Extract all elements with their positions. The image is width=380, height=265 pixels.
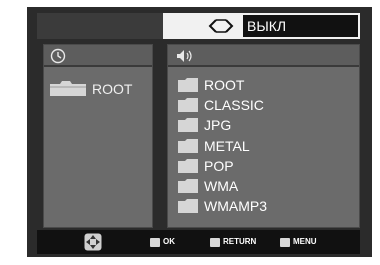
repeat-icon	[208, 19, 234, 33]
folder-label: CLASSIC	[204, 97, 264, 114]
ok-label: OK	[163, 237, 175, 246]
folder-list: ROOT CLASSIC JPG METAL POP WMA WMAMP3	[178, 75, 353, 216]
folder-item[interactable]: POP	[178, 156, 353, 176]
return-key-icon	[210, 237, 220, 247]
folder-icon	[50, 81, 86, 96]
folder-icon	[178, 98, 198, 113]
navigation-arrows-icon	[84, 233, 102, 251]
top-bar: ВЫКЛ	[37, 13, 360, 39]
folder-label: ROOT	[204, 77, 245, 93]
control-hints-bar: OK RETURN MENU	[37, 230, 360, 254]
tree-root-node[interactable]: ROOT	[50, 79, 150, 99]
folder-item[interactable]: WMAMP3	[178, 196, 353, 216]
tree-root-label: ROOT	[92, 81, 133, 97]
ok-key-icon	[150, 237, 160, 247]
folder-label: METAL	[204, 137, 250, 154]
speaker-icon	[177, 50, 192, 62]
folder-label: WMA	[204, 177, 239, 194]
return-label: RETURN	[223, 237, 257, 246]
folder-item[interactable]: METAL	[178, 136, 353, 156]
dvd-menu-screen: ВЫКЛ ROOT ROOT CLASSIC JPG METAL POP WMA…	[27, 7, 372, 257]
folder-label: JPG	[204, 117, 232, 134]
folder-icon	[178, 118, 198, 133]
folder-item[interactable]: WMA	[178, 176, 353, 196]
return-hint: RETURN	[210, 236, 256, 248]
ok-hint: OK	[150, 236, 175, 248]
folder-item[interactable]: ROOT	[178, 75, 353, 95]
folder-list-panel: ROOT CLASSIC JPG METAL POP WMA WMAMP3	[167, 44, 360, 228]
list-panel-header	[168, 45, 359, 67]
folder-icon	[178, 158, 198, 173]
menu-hint: MENU	[280, 236, 317, 248]
clock-icon	[50, 48, 66, 64]
repeat-value: ВЫКЛ	[243, 15, 358, 37]
folder-icon	[178, 78, 198, 92]
folder-item[interactable]: JPG	[178, 115, 353, 135]
folder-tree-panel: ROOT	[43, 44, 153, 228]
folder-icon	[178, 178, 198, 193]
folder-icon	[178, 138, 198, 153]
folder-icon	[178, 199, 198, 214]
repeat-setting[interactable]: ВЫКЛ	[163, 13, 360, 39]
folder-item[interactable]: CLASSIC	[178, 95, 353, 115]
tree-panel-header	[44, 45, 152, 67]
menu-label: MENU	[293, 237, 317, 246]
folder-label: WMAMP3	[204, 198, 267, 215]
folder-label: POP	[204, 157, 234, 174]
menu-key-icon	[280, 237, 290, 247]
